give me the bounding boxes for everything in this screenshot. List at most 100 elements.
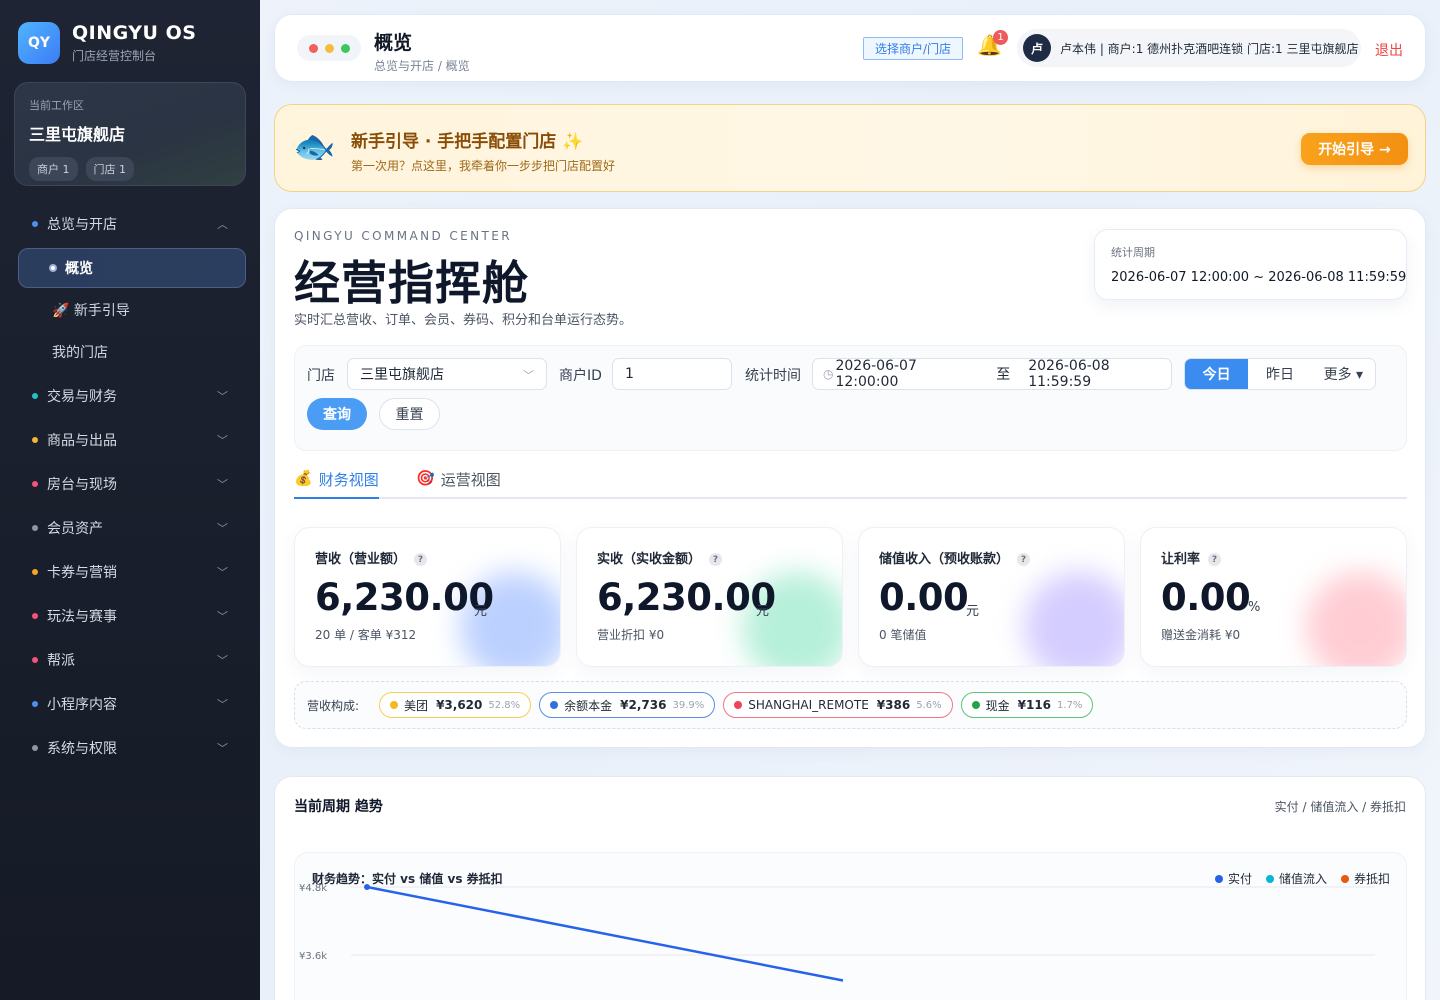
dot-icon (32, 613, 38, 619)
quick-range-segment: 今日 昨日 更多 ▾ (1184, 358, 1376, 390)
nav-group-tables[interactable]: 房台与现场 ﹀ (18, 462, 246, 506)
help-icon[interactable]: ? (414, 553, 428, 566)
series-line (366, 885, 844, 982)
dot-icon (734, 701, 743, 709)
chevron-down-icon: ﹀ (217, 478, 228, 491)
kpi-sub: 20 单 / 客单 ¥312 (315, 628, 417, 642)
breadcrumb: 总览与开店 / 概览 (374, 59, 470, 73)
kpi-value: 0.00 (879, 576, 969, 619)
dot-icon (32, 745, 38, 751)
avatar: 卢 (1023, 34, 1051, 62)
chevron-down-icon: ﹀ (217, 566, 228, 579)
chevron-down-icon: ﹀ (217, 654, 228, 667)
dot-icon (390, 701, 399, 709)
time-label: 统计时间 (745, 368, 801, 384)
trend-section: 当前周期 趋势 实付 / 储值流入 / 券抵扣 财务趋势：实付 vs 储值 vs… (274, 776, 1426, 1000)
dot-icon (550, 701, 559, 709)
dot-icon (971, 701, 980, 709)
mix-chip-balance[interactable]: 余额本金 ¥2,736 39.9% (539, 692, 716, 718)
kpi-sub: 0 笔储值 (879, 628, 927, 642)
user-info[interactable]: 卢 卢本伟 | 商户:1 德州扑克酒吧连锁 门店:1 三里屯旗舰店 (1017, 29, 1361, 67)
page-title: 概览 (374, 32, 413, 54)
kpi-unit: 元 (756, 604, 770, 619)
view-tabs: 💰 财务视图 🎯 运营视图 (294, 469, 1407, 499)
chevron-down-icon: ﹀ (217, 698, 228, 711)
nav-group-games[interactable]: 玩法与赛事 ﹀ (18, 594, 246, 638)
nav-group-clans[interactable]: 帮派 ﹀ (18, 638, 246, 682)
guide-banner: 🐟 新手引导 · 手把手配置门店 ✨ 第一次用？点这里，我牵着你一步步把门店配置… (274, 104, 1426, 192)
nav-group-members[interactable]: 会员资产 ﹀ (18, 506, 246, 550)
kpi-card-discount-rate[interactable]: 让利率? 0.00 % 赠送金消耗 ¥0 (1140, 527, 1407, 667)
kpi-card-revenue[interactable]: 营收（营业额）? 6,230.00 元 20 单 / 客单 ¥312 (294, 527, 561, 667)
store-select[interactable]: 三里屯旗舰店 ﹀ (347, 358, 547, 390)
dot-icon (32, 657, 38, 663)
dot-icon (32, 481, 38, 487)
help-icon[interactable]: ? (709, 553, 723, 566)
dot-icon (32, 569, 38, 575)
revenue-mix-label: 营收构成: (307, 698, 360, 713)
mix-chip-cash[interactable]: 现金 ¥116 1.7% (960, 692, 1094, 718)
chevron-down-icon: ﹀ (217, 434, 228, 447)
guide-subtitle[interactable]: 第一次用？点这里，我牵着你一步步把门店配置好 (351, 157, 615, 174)
yesterday-button[interactable]: 昨日 (1248, 359, 1311, 389)
tab-finance[interactable]: 💰 财务视图 (294, 469, 379, 499)
period-card: 统计周期 2026-06-07 12:00:00 ~ 2026-06-08 11… (1094, 229, 1407, 300)
yellow-dot-icon[interactable] (324, 43, 334, 53)
help-icon[interactable]: ? (1208, 553, 1222, 566)
sidebar-nav: 总览与开店 ︿ 概览 🚀 新手引导 我的门店 交易与财务 ﹀ 商品与出品 ﹀ 房… (18, 202, 246, 770)
workspace-card[interactable]: 当前工作区 三里屯旗舰店 商户 1 门店 1 (14, 82, 246, 186)
kpi-value: 0.00 (1161, 576, 1251, 619)
y-tick-label: ¥3.6k (299, 951, 327, 962)
logout-button[interactable]: 退出 (1375, 40, 1403, 60)
dot-icon (32, 437, 38, 443)
brand-title: QINGYU OS (72, 22, 197, 44)
trend-series-hint: 实付 / 储值流入 / 券抵扣 (1274, 800, 1406, 814)
kpi-sub: 赠送金消耗 ¥0 (1161, 628, 1241, 642)
kpi-card-received[interactable]: 实收（实收金额）? 6,230.00 元 营业折扣 ¥0 (576, 527, 843, 667)
nav-group-overview[interactable]: 总览与开店 ︿ (18, 202, 246, 246)
trend-title: 当前周期 趋势 (294, 799, 383, 815)
red-dot-icon[interactable] (308, 43, 318, 53)
nav-item-overview[interactable]: 概览 (18, 248, 246, 288)
kpi-row: 营收（营业额）? 6,230.00 元 20 单 / 客单 ¥312 实收（实收… (294, 527, 1407, 667)
select-store-button[interactable]: 选择商户/门店 (863, 37, 963, 60)
help-icon[interactable]: ? (1017, 553, 1031, 566)
clock-icon: ◷ (823, 367, 834, 381)
period-value: 2026-06-07 12:00:00 ~ 2026-06-08 11:59:5… (1111, 270, 1407, 285)
tab-operations[interactable]: 🎯 运营视图 (416, 469, 501, 499)
nav-group-products[interactable]: 商品与出品 ﹀ (18, 418, 246, 462)
green-dot-icon[interactable] (340, 43, 350, 53)
nav-item-my-store[interactable]: 我的门店 (18, 332, 246, 372)
mix-chip-meituan[interactable]: 美团 ¥3,620 52.8% (379, 692, 532, 718)
start-guide-button[interactable]: 开始引导 → (1301, 133, 1408, 165)
money-bag-icon: 💰 (294, 469, 313, 487)
merchant-id-input[interactable]: 1 (612, 358, 732, 390)
today-button[interactable]: 今日 (1185, 359, 1249, 389)
y-tick-label: ¥4.8k (299, 883, 327, 894)
revenue-mix: 营收构成: 美团 ¥3,620 52.8% 余额本金 ¥2,736 39.9% … (294, 681, 1407, 729)
command-center: QINGYU COMMAND CENTER 经营指挥舱 实时汇总营收、订单、会员… (274, 208, 1426, 748)
chevron-down-icon: ﹀ (523, 369, 534, 382)
more-dropdown[interactable]: 更多 ▾ (1312, 359, 1375, 389)
nav-group-coupons[interactable]: 卡券与营销 ﹀ (18, 550, 246, 594)
period-label: 统计周期 (1111, 246, 1155, 259)
workspace-label: 当前工作区 (29, 99, 84, 112)
mix-chip-shanghai-remote[interactable]: SHANGHAI_REMOTE ¥386 5.6% (723, 692, 953, 718)
data-point[interactable] (364, 884, 370, 890)
reset-button[interactable]: 重置 (379, 398, 440, 430)
chevron-down-icon: ﹀ (217, 610, 228, 623)
nav-group-system[interactable]: 系统与权限 ﹀ (18, 726, 246, 770)
chevron-up-icon: ︿ (217, 218, 228, 231)
nav-item-guide[interactable]: 🚀 新手引导 (18, 290, 246, 330)
time-range-picker[interactable]: ◷ 2026-06-07 12:00:00 至 2026-06-08 11:59… (812, 358, 1172, 390)
trend-chart: ¥4.8k ¥3.6k (299, 883, 1375, 982)
nav-group-finance[interactable]: 交易与财务 ﹀ (18, 374, 246, 418)
sidebar: QY QINGYU OS 门店经营控制台 当前工作区 三里屯旗舰店 商户 1 门… (0, 0, 260, 1000)
dot-icon (32, 221, 38, 227)
nav-group-miniprogram[interactable]: 小程序内容 ﹀ (18, 682, 246, 726)
filter-panel: 门店 三里屯旗舰店 ﹀ 商户ID 1 统计时间 ◷ 2026-06-07 12:… (294, 345, 1407, 451)
query-button[interactable]: 查询 (307, 398, 367, 430)
active-dot-icon (49, 264, 57, 272)
kpi-sub: 营业折扣 ¥0 (597, 628, 665, 642)
kpi-card-stored-value[interactable]: 储值收入（预收账款）? 0.00 元 0 笔储值 (858, 527, 1125, 667)
